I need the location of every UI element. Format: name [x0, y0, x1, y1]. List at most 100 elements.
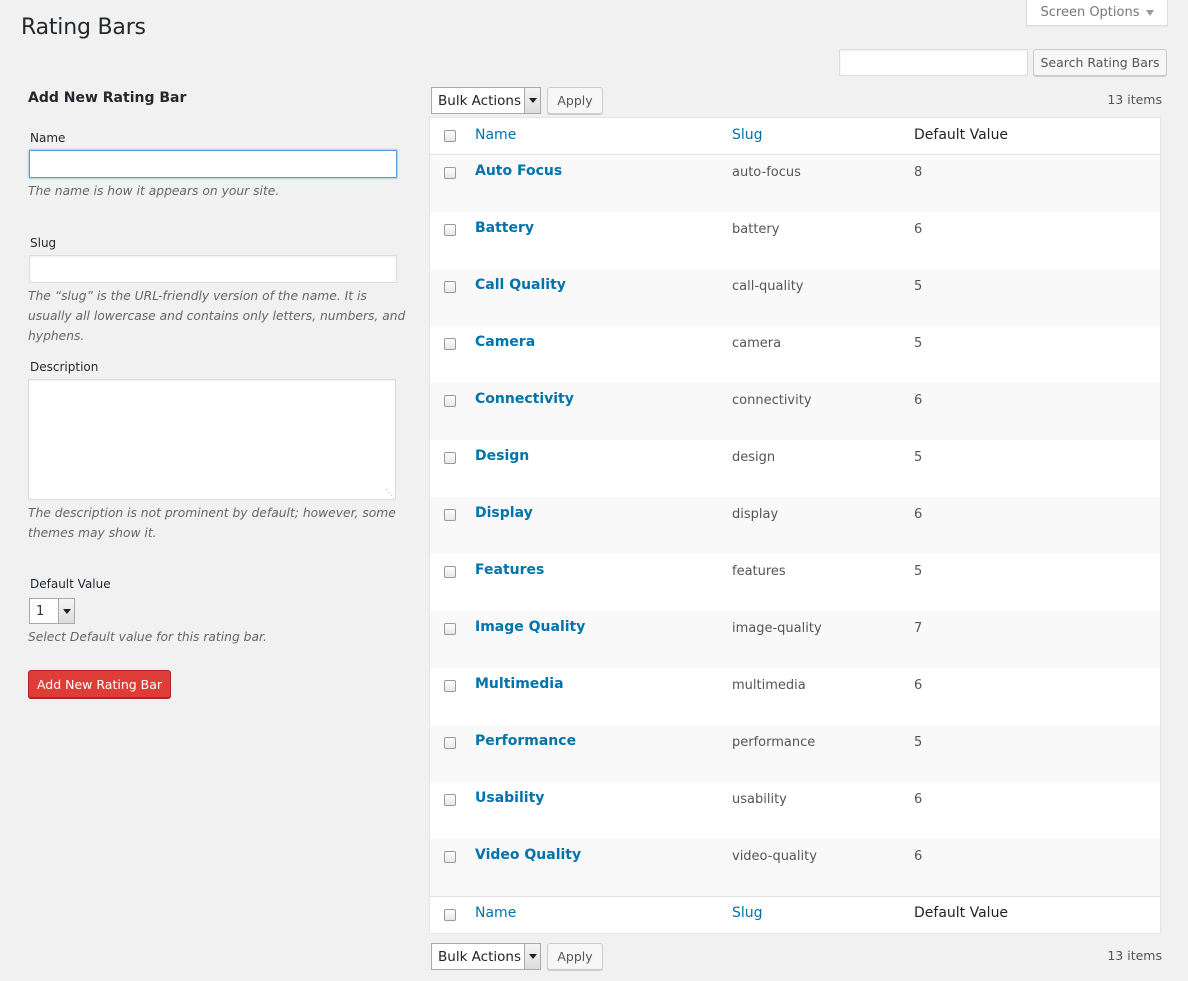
rating-bar-name-link[interactable]: Multimedia	[475, 676, 564, 692]
description-hint: The description is not prominent by defa…	[28, 506, 396, 540]
column-footer-name[interactable]: Name	[475, 905, 516, 921]
form-heading: Add New Rating Bar	[28, 90, 187, 106]
column-header-name[interactable]: Name	[475, 127, 516, 143]
row-checkbox[interactable]	[444, 281, 456, 293]
slug-hint: The “slug” is the URL-friendly version o…	[28, 289, 406, 343]
rating-bar-default-value: 5	[914, 450, 923, 465]
select-all-checkbox-footer[interactable]	[444, 909, 456, 921]
row-checkbox[interactable]	[444, 680, 456, 692]
rating-bar-slug: design	[732, 450, 776, 465]
rating-bar-default-value: 5	[914, 735, 923, 750]
rating-bar-name-link[interactable]: Design	[475, 448, 529, 464]
table-row: Connectivity connectivity 6	[430, 383, 1160, 440]
table-header: Name Slug Default Value	[430, 118, 1160, 155]
row-checkbox[interactable]	[444, 224, 456, 236]
rating-bar-name-link[interactable]: Performance	[475, 733, 576, 749]
default-value-hint: Select Default value for this rating bar…	[28, 630, 267, 644]
caret-down-icon	[1145, 10, 1154, 16]
rating-bar-default-value: 5	[914, 336, 923, 351]
bulk-actions-select-bottom[interactable]: Bulk Actions	[431, 943, 541, 970]
name-hint: The name is how it appears on your site.	[28, 184, 280, 198]
page-title: Rating Bars	[21, 15, 146, 40]
name-input[interactable]	[29, 150, 397, 178]
search-button[interactable]: Search Rating Bars	[1033, 49, 1167, 76]
dropdown-arrow-icon	[524, 88, 540, 113]
description-textarea[interactable]: ⋱	[28, 379, 396, 500]
table-row: Camera camera 5	[430, 326, 1160, 383]
column-footer-default-value: Default Value	[914, 905, 1009, 921]
bulk-actions-selected: Bulk Actions	[438, 92, 521, 109]
apply-button-bottom[interactable]: Apply	[547, 943, 603, 970]
rating-bar-name-link[interactable]: Image Quality	[475, 619, 585, 635]
bulk-actions-selected: Bulk Actions	[438, 948, 521, 965]
rating-bar-name-link[interactable]: Connectivity	[475, 391, 574, 407]
rating-bar-name-link[interactable]: Call Quality	[475, 277, 566, 293]
rating-bar-slug: auto-focus	[732, 165, 801, 180]
slug-input[interactable]	[29, 255, 397, 283]
rating-bar-slug: battery	[732, 222, 780, 237]
rating-bar-slug: connectivity	[732, 393, 812, 408]
row-checkbox[interactable]	[444, 566, 456, 578]
rating-bar-default-value: 6	[914, 393, 923, 408]
rating-bar-name-link[interactable]: Features	[475, 562, 544, 578]
table-row: Usability usability 6	[430, 782, 1160, 839]
table-row: Auto Focus auto-focus 8	[430, 155, 1160, 212]
default-value-label: Default Value	[30, 577, 111, 591]
rating-bar-name-link[interactable]: Auto Focus	[475, 163, 562, 179]
rating-bars-table: Name Slug Default Value Auto Focus auto-f…	[429, 117, 1161, 933]
resize-handle-icon[interactable]: ⋱	[385, 489, 393, 497]
table-row: Design design 5	[430, 440, 1160, 497]
rating-bar-slug: camera	[732, 336, 782, 351]
row-checkbox[interactable]	[444, 395, 456, 407]
table-row: Call Quality call-quality 5	[430, 269, 1160, 326]
dropdown-arrow-icon	[58, 599, 74, 623]
default-value-select[interactable]: 1	[29, 598, 75, 624]
description-label: Description	[30, 360, 99, 374]
table-row: Display display 6	[430, 497, 1160, 554]
table-row: Features features 5	[430, 554, 1160, 611]
rating-bar-default-value: 6	[914, 678, 923, 693]
row-checkbox[interactable]	[444, 794, 456, 806]
table-row: Battery battery 6	[430, 212, 1160, 269]
table-row: Image Quality image-quality 7	[430, 611, 1160, 668]
column-header-default-value: Default Value	[914, 127, 1009, 143]
row-checkbox[interactable]	[444, 338, 456, 350]
rating-bar-name-link[interactable]: Usability	[475, 790, 544, 806]
default-value-selected: 1	[36, 603, 45, 619]
items-count-bottom: 13 items	[1107, 948, 1162, 963]
slug-label: Slug	[30, 236, 57, 250]
rating-bar-slug: image-quality	[732, 621, 822, 636]
rating-bar-default-value: 7	[914, 621, 923, 636]
table-footer: Name Slug Default Value	[430, 896, 1160, 933]
rating-bar-slug: video-quality	[732, 849, 817, 864]
rating-bar-name-link[interactable]: Display	[475, 505, 533, 521]
screen-options-button[interactable]: Screen Options	[1026, 0, 1168, 26]
rating-bar-default-value: 8	[914, 165, 923, 180]
rating-bar-name-link[interactable]: Camera	[475, 334, 535, 350]
rating-bar-slug: multimedia	[732, 678, 806, 693]
row-checkbox[interactable]	[444, 452, 456, 464]
row-checkbox[interactable]	[444, 851, 456, 863]
rating-bar-default-value: 6	[914, 849, 923, 864]
screen-options-label: Screen Options	[1040, 5, 1140, 20]
rating-bar-name-link[interactable]: Video Quality	[475, 847, 581, 863]
items-count-top: 13 items	[1107, 92, 1162, 107]
bulk-actions-select-top[interactable]: Bulk Actions	[431, 87, 541, 114]
rating-bar-default-value: 6	[914, 222, 923, 237]
search-input[interactable]	[839, 49, 1028, 76]
add-new-rating-bar-button[interactable]: Add New Rating Bar	[28, 670, 171, 698]
name-label: Name	[30, 131, 66, 145]
column-header-slug[interactable]: Slug	[732, 127, 763, 143]
rating-bar-slug: display	[732, 507, 779, 522]
row-checkbox[interactable]	[444, 509, 456, 521]
row-checkbox[interactable]	[444, 737, 456, 749]
rating-bar-name-link[interactable]: Battery	[475, 220, 534, 236]
select-all-checkbox[interactable]	[444, 130, 456, 142]
rating-bar-default-value: 5	[914, 564, 923, 579]
rating-bar-default-value: 6	[914, 507, 923, 522]
rating-bar-slug: performance	[732, 735, 816, 750]
column-footer-slug[interactable]: Slug	[732, 905, 763, 921]
apply-button-top[interactable]: Apply	[547, 87, 603, 114]
row-checkbox[interactable]	[444, 623, 456, 635]
row-checkbox[interactable]	[444, 167, 456, 179]
